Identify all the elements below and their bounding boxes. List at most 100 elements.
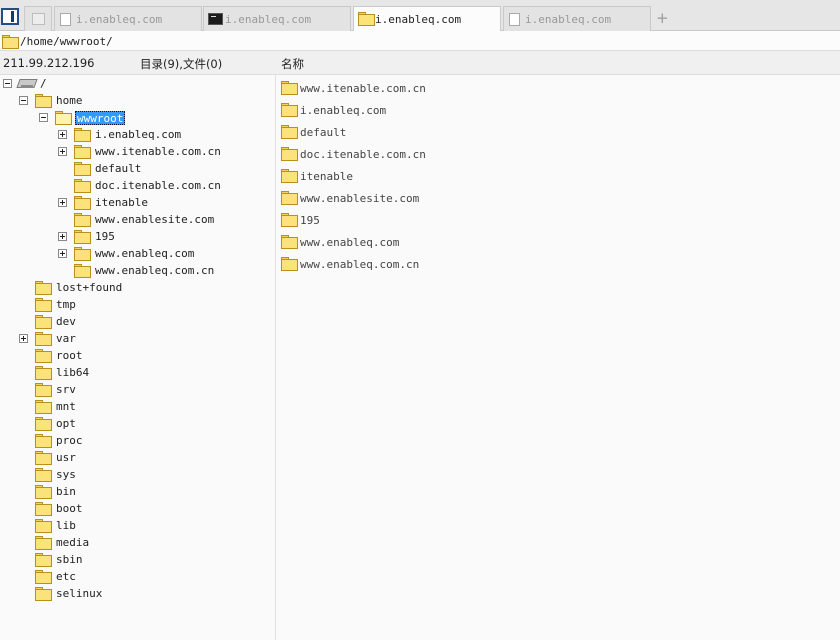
tab-1[interactable]: i.enableq.com	[54, 6, 202, 31]
folder-icon	[34, 94, 52, 108]
folder-icon	[280, 257, 298, 271]
folder-icon	[73, 128, 91, 142]
folder-icon	[34, 536, 52, 550]
blank-tab[interactable]	[24, 6, 52, 31]
folder-icon	[34, 502, 52, 516]
folder-icon	[34, 366, 52, 380]
folder-icon	[73, 162, 91, 176]
folder-icon	[73, 213, 91, 227]
file-name: www.enableq.com.cn	[300, 258, 420, 271]
folder-icon	[280, 169, 298, 183]
list-item[interactable]: i.enableq.com	[276, 97, 840, 119]
expand-icon[interactable]	[58, 130, 67, 139]
folder-icon	[73, 247, 91, 261]
folder-icon	[73, 230, 91, 244]
collapse-icon[interactable]	[3, 79, 12, 88]
file-name: www.enablesite.com	[300, 192, 420, 205]
server-ip: 211.99.212.196	[3, 56, 95, 70]
address-path[interactable]: /home/wwwroot/	[20, 35, 113, 48]
tree-item-label: sbin	[56, 553, 83, 566]
tab-bar: i.enableq.com i.enableq.com i.enableq.co…	[0, 0, 840, 32]
address-bar[interactable]: /home/wwwroot/	[0, 31, 840, 51]
sidebar-toggle-button[interactable]	[1, 8, 19, 25]
tree-item-label: opt	[56, 417, 76, 430]
tree-item-label: default	[95, 162, 142, 175]
list-item[interactable]: default	[276, 119, 840, 141]
folder-icon	[73, 179, 91, 193]
expand-icon[interactable]	[58, 198, 67, 207]
folder-icon	[357, 12, 375, 26]
tab-label: i.enableq.com	[525, 13, 612, 26]
file-name: default	[300, 126, 347, 139]
folder-icon	[280, 81, 298, 95]
folder-icon	[34, 570, 52, 584]
list-item[interactable]: www.enablesite.com	[276, 185, 840, 207]
tree-item-label: etc	[56, 570, 76, 583]
folder-icon	[34, 587, 52, 601]
list-item[interactable]: www.enableq.com.cn	[276, 251, 840, 273]
folder-icon	[34, 519, 52, 533]
tree-item-label: www.enableq.com	[95, 247, 195, 260]
tree-item-label: i.enableq.com	[95, 128, 182, 141]
folder-icon	[280, 213, 298, 227]
tab-label: i.enableq.com	[225, 13, 312, 26]
tree-item-label: itenable	[95, 196, 148, 209]
folder-icon	[73, 196, 91, 210]
tab-2[interactable]: i.enableq.com	[203, 6, 351, 31]
tree-item-label: /	[40, 77, 47, 90]
page-icon	[60, 13, 71, 26]
page-icon	[509, 13, 520, 26]
folder-icon	[34, 400, 52, 414]
directory-tree: / home wwwroot i.enableq.com www.itenable.co…	[0, 75, 275, 640]
tree-item-label: boot	[56, 502, 83, 515]
folder-icon	[73, 264, 91, 278]
folder-icon	[280, 125, 298, 139]
file-name: doc.itenable.com.cn	[300, 148, 426, 161]
tree-item-label: usr	[56, 451, 76, 464]
folder-icon	[34, 451, 52, 465]
tree-item-label: wwwroot	[75, 111, 126, 125]
tree-item-label: www.enablesite.com	[95, 213, 215, 226]
folder-icon	[34, 383, 52, 397]
file-name: www.enableq.com	[300, 236, 400, 249]
collapse-icon[interactable]	[39, 113, 48, 122]
folder-icon	[280, 235, 298, 249]
tree-item-label: media	[56, 536, 90, 549]
column-header-name[interactable]: 名称	[281, 56, 304, 72]
expand-icon[interactable]	[19, 334, 28, 343]
header-row: 211.99.212.196 目录(9),文件(0) 名称	[0, 51, 840, 75]
expand-icon[interactable]	[58, 147, 67, 156]
tab-4[interactable]: i.enableq.com	[503, 6, 651, 31]
tree-item-label: var	[56, 332, 76, 345]
folder-icon	[34, 332, 52, 346]
tree-item-label: 195	[95, 230, 115, 243]
list-item[interactable]: 195	[276, 207, 840, 229]
folder-icon	[34, 298, 52, 312]
list-item[interactable]: www.itenable.com.cn	[276, 75, 840, 97]
tree-item-label: dev	[56, 315, 76, 328]
collapse-icon[interactable]	[19, 96, 28, 105]
folder-icon	[280, 191, 298, 205]
folder-icon	[280, 147, 298, 161]
tree-item-label: doc.itenable.com.cn	[95, 179, 221, 192]
list-item[interactable]: doc.itenable.com.cn	[276, 141, 840, 163]
tab-3[interactable]: i.enableq.com	[353, 6, 501, 32]
expand-icon[interactable]	[58, 232, 67, 241]
list-item[interactable]: itenable	[276, 163, 840, 185]
folder-icon	[34, 349, 52, 363]
folder-icon	[34, 281, 52, 295]
folder-icon	[34, 468, 52, 482]
expand-icon[interactable]	[58, 249, 67, 258]
tree-item-label: mnt	[56, 400, 76, 413]
drive-icon	[18, 77, 35, 89]
new-tab-button[interactable]: +	[656, 9, 669, 27]
tree-item-label: lib64	[56, 366, 90, 379]
blank-page-icon	[32, 13, 45, 25]
tree-item-label: srv	[56, 383, 76, 396]
file-name: www.itenable.com.cn	[300, 82, 426, 95]
folder-icon	[34, 553, 52, 567]
list-item[interactable]: www.enableq.com	[276, 229, 840, 251]
folder-open-icon	[54, 111, 72, 125]
tab-label: i.enableq.com	[76, 13, 163, 26]
folder-icon	[73, 145, 91, 159]
